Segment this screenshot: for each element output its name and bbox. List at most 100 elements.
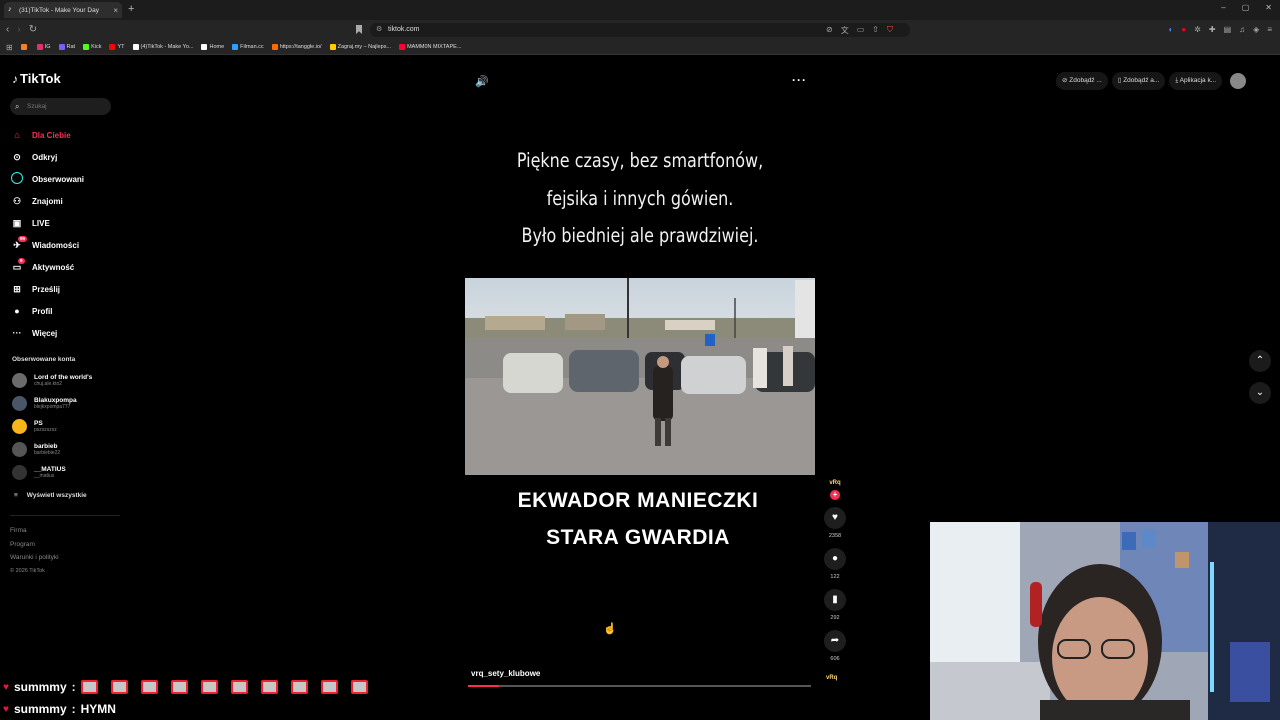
new-tab-button[interactable]: + <box>128 3 134 15</box>
footer-link-company[interactable]: Firma <box>10 524 59 538</box>
desktop-app-button[interactable]: ⤓ Aplikacja k... <box>1169 72 1223 90</box>
emote-icon <box>170 680 188 694</box>
comment-action[interactable]: ● 122 <box>824 548 846 580</box>
sidebar-item-label: Dla Ciebie <box>32 130 71 140</box>
extension-icon[interactable]: ● <box>1181 25 1186 34</box>
next-video-icon[interactable]: ⌄ <box>1249 382 1271 404</box>
save-action[interactable]: ▮ 292 <box>824 589 846 621</box>
bookmark-item[interactable]: MAMM0N MIXTAPE... <box>399 44 461 50</box>
sidebar-item-live[interactable]: ▣ LIVE <box>10 212 120 234</box>
close-window-button[interactable]: ✕ <box>1265 3 1272 12</box>
bookmark-item[interactable]: YT <box>109 44 125 50</box>
video-progress-bar[interactable] <box>468 685 811 687</box>
bookmark-item[interactable]: Rat <box>58 44 75 50</box>
avatar <box>12 373 27 388</box>
followed-account[interactable]: Blakuxpompa blejkxpompa777 <box>12 396 77 411</box>
sidebar-item-label: Wiadomości <box>32 240 80 250</box>
account-handle: __matius <box>34 473 55 479</box>
footer-link-program[interactable]: Program <box>10 538 59 552</box>
extension-icon[interactable]: ◐ <box>1169 25 1174 34</box>
share-action[interactable]: ➦ 606 <box>824 630 846 662</box>
sidebar-item-home[interactable]: ⌂ Dla Ciebie <box>10 124 120 146</box>
camera-blocked-icon[interactable]: ⊘ <box>826 25 833 36</box>
footer-link-terms[interactable]: Warunki i polityki <box>10 551 59 565</box>
sidebar-item-activity[interactable]: ▭ 9 Aktywność <box>10 256 120 278</box>
like-action[interactable]: ♥ 2358 <box>824 507 846 539</box>
followed-account[interactable]: PS pszszszsz <box>12 419 57 434</box>
reload-icon[interactable]: ↻ <box>29 24 37 35</box>
bookmark-favicon-icon <box>399 44 406 50</box>
minimize-button[interactable]: – <box>1221 3 1225 12</box>
wallet-icon[interactable]: ◈ <box>1253 25 1259 34</box>
get-app-button[interactable]: ▯ Zdobądź a... <box>1111 72 1166 90</box>
sidebar-item-following[interactable]: Obserwowani <box>10 168 120 190</box>
bookmark-item[interactable] <box>20 44 29 50</box>
search-input[interactable]: ⌕ Szukaj <box>10 98 111 115</box>
back-icon[interactable]: ‹ <box>6 24 9 35</box>
sidebar-item-upload[interactable]: ⊞ Prześlij <box>10 278 120 300</box>
apps-icon[interactable]: ⊞ <box>6 43 13 52</box>
screenshot-icon[interactable]: ▭ <box>857 25 865 36</box>
bookmark-item[interactable]: Filman.cc <box>232 44 264 50</box>
sidebar-icon[interactable]: ▤ <box>1224 25 1232 34</box>
video-author[interactable]: vrq_sety_klubowe <box>471 669 540 678</box>
bookmark-label: (4)TikTok - Make Yo... <box>140 44 194 50</box>
bookmark-item[interactable]: (4)TikTok - Make Yo... <box>132 44 194 50</box>
tiktok-logo[interactable]: ♪ TikTok <box>12 71 61 86</box>
tab-close-icon[interactable]: × <box>113 6 118 15</box>
top-right-actions: ⊘ Zdobądź ... ▯ Zdobądź a... ⤓ Aplikacja… <box>1056 72 1247 90</box>
volume-icon[interactable]: 🔊 <box>475 75 489 88</box>
friends-icon: ⚇ <box>12 195 22 206</box>
forward-icon[interactable]: › <box>17 24 20 35</box>
bookmark-save-icon[interactable]: ▮ <box>824 589 846 611</box>
browser-tab[interactable]: ♪ (31)TikTok - Make Your Day × <box>4 2 122 18</box>
sidebar-item-label: Znajomi <box>32 196 63 206</box>
music-disc-icon[interactable]: vRq <box>826 675 837 681</box>
extension-icon[interactable]: ✲ <box>1194 25 1201 34</box>
comment-icon[interactable]: ● <box>824 548 846 570</box>
sidebar-item-messages[interactable]: ✈ 99 Wiadomości <box>10 234 120 256</box>
emote-icon <box>110 680 128 694</box>
user-avatar[interactable] <box>1230 73 1247 89</box>
see-all-button[interactable]: ≡ Wyświetl wszystkie <box>14 492 87 499</box>
followed-account[interactable]: __MATIUS __matius <box>12 465 66 480</box>
previous-video-icon[interactable]: ⌃ <box>1249 350 1271 372</box>
bookmark-icon[interactable] <box>356 25 362 34</box>
sidebar-item-profile[interactable]: ● Profil <box>10 300 120 322</box>
follow-plus-icon[interactable]: + <box>830 490 840 500</box>
translate-icon[interactable]: 文 <box>841 25 849 36</box>
author-avatar[interactable]: vRq + <box>824 480 846 500</box>
bookmark-item[interactable]: https://tanggle.io/ <box>271 44 322 50</box>
emote-icon <box>320 680 338 694</box>
sidebar-item-compass[interactable]: ⊙ Odkryj <box>10 146 120 168</box>
bookmark-label: Filman.cc <box>240 44 264 50</box>
caption-line: Piękne czasy, bez smartfonów, <box>516 149 764 172</box>
menu-icon[interactable]: ≡ <box>1267 25 1272 34</box>
video-frame[interactable] <box>465 278 815 475</box>
heart-icon[interactable]: ♥ <box>824 507 846 529</box>
maximize-button[interactable]: ▢ <box>1242 3 1250 12</box>
account-handle: blejkxpompa777 <box>34 404 71 410</box>
more-options-icon[interactable]: ··· <box>792 73 807 87</box>
bookmark-item[interactable]: Home <box>201 44 224 50</box>
bookmark-item[interactable]: Zagraj.my – Najleps... <box>329 44 391 50</box>
sidebar-item-more[interactable]: ··· Więcej <box>10 322 120 344</box>
share-arrow-icon[interactable]: ➦ <box>824 630 846 652</box>
bookmark-label: Home <box>209 44 225 50</box>
bookmark-favicon-icon <box>58 44 65 50</box>
desktop-app-label: Aplikacja k... <box>1179 77 1217 84</box>
account-handle: chuj.ale.kto2 <box>34 381 63 387</box>
site-info-icon[interactable]: ⚙ <box>376 23 382 37</box>
followed-account[interactable]: Lord of the world's chuj.ale.kto2 <box>12 373 92 388</box>
caption-line: fejsika i innych gówien. <box>546 186 734 210</box>
chat-separator: : <box>71 680 76 694</box>
get-coins-button[interactable]: ⊘ Zdobądź ... <box>1056 72 1108 90</box>
share-icon[interactable]: ⇧ <box>872 25 879 36</box>
bookmark-item[interactable]: IG <box>36 44 51 50</box>
brave-shield-icon[interactable]: ⛉ <box>887 25 893 36</box>
followed-account[interactable]: barbieb barbiebie22 <box>12 442 60 457</box>
media-icon[interactable]: ♫ <box>1239 25 1245 34</box>
sidebar-item-friends[interactable]: ⚇ Znajomi <box>10 190 120 212</box>
bookmark-item[interactable]: Kick <box>83 44 101 50</box>
puzzle-icon[interactable]: ✚ <box>1209 25 1216 34</box>
